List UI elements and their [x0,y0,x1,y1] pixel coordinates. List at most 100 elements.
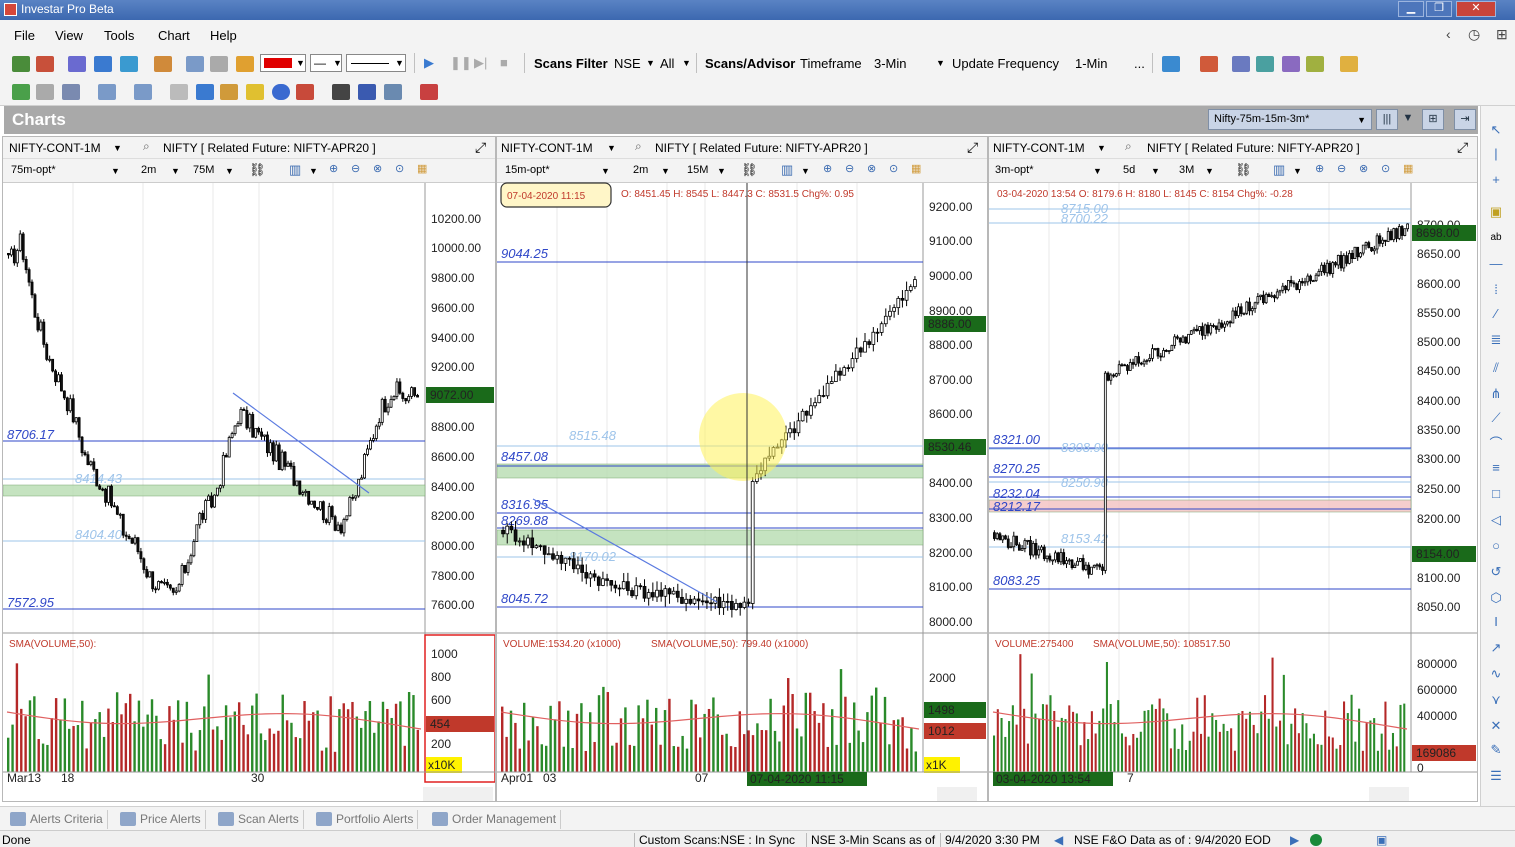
menu-tools[interactable]: Tools [104,28,134,43]
timeframe-select[interactable]: 3-Min [874,56,907,71]
template-icon[interactable] [186,56,204,72]
export-icon[interactable] [1340,56,1358,72]
maximize-button[interactable]: ❐ [1426,1,1452,17]
ellipse-icon[interactable]: ○ [1487,538,1505,554]
robot-icon[interactable] [1282,56,1300,72]
refresh-icon[interactable] [12,84,30,100]
detach-icon[interactable]: ⇥ [1454,109,1476,130]
info-icon[interactable] [272,84,290,100]
wave-icon[interactable]: ∿ [1487,666,1505,682]
tab-portfolio-alerts[interactable]: Portfolio Alerts [312,810,419,829]
prev-icon[interactable]: ◀ [1054,833,1063,847]
clock-icon[interactable]: ◷ [1468,26,1480,43]
fib-retracement-icon[interactable]: ≣ [1487,332,1505,348]
cross-icon[interactable]: ✕ [1487,718,1505,734]
window-icon[interactable] [134,84,152,100]
back-icon[interactable]: ‹ [1446,26,1451,42]
line-color-picker[interactable]: ▼ [260,54,306,72]
monitor-icon[interactable]: ▣ [1376,833,1387,847]
chart-canvas[interactable]: 10200.00 10000.00 9800.00 9600.00 9400.00 920… [3,137,496,802]
triangle-icon[interactable]: ◁ [1487,512,1505,528]
compare-icon[interactable] [94,56,112,72]
chevron-down-icon[interactable]: ▼ [936,58,945,68]
copy-icon[interactable] [36,84,54,100]
network-icon[interactable] [1256,56,1274,72]
warning-icon[interactable] [246,84,264,100]
menu-file[interactable]: File [14,28,35,43]
indicators-icon[interactable] [120,56,138,72]
broadcast-icon[interactable] [420,84,438,100]
text-label-icon[interactable]: ab [1487,230,1505,246]
ray-icon[interactable]: ⁞ [1487,282,1505,298]
menu-help[interactable]: Help [210,28,237,43]
flag-icon[interactable] [296,84,314,100]
next-icon[interactable]: ▶ [1290,833,1299,847]
line-width-picker[interactable]: ▼ [346,54,406,72]
new-chart-icon[interactable] [12,56,30,72]
layout-select[interactable]: Nifty-75m-15m-3m* ▼ [1208,109,1372,130]
align-icon[interactable] [196,84,214,100]
horizontal-scrollbar[interactable] [423,787,493,801]
pointer-icon[interactable]: ↖ [1487,122,1505,138]
text-box-icon[interactable]: ▣ [1487,204,1505,220]
elliott-icon[interactable]: ⋎ [1487,692,1505,708]
alerts-icon[interactable] [1200,56,1218,72]
calendar-icon[interactable] [210,56,228,72]
tab-order-management[interactable]: Order Management [428,810,562,829]
print-icon[interactable] [62,84,80,100]
columns-icon[interactable]: ||| [1376,109,1398,130]
scope-select[interactable]: All [660,56,674,71]
polygon-icon[interactable]: ⬡ [1487,590,1505,606]
chart-canvas[interactable]: 9200.00 9100.00 9000.00 8900.00 8800.00 8700.… [497,137,988,802]
chevron-down-icon[interactable]: ▼ [682,58,691,68]
menu-chart[interactable]: Chart [158,28,190,43]
update-frequency-select[interactable]: 1-Min [1075,56,1108,71]
bars-icon[interactable] [220,84,238,100]
arc-icon[interactable]: ⌒ [1487,436,1505,452]
chart-canvas[interactable]: 8700.008650.008600.008550.008500.008450.… [989,137,1478,802]
exchange-select[interactable]: NSE [614,56,641,71]
crosshair-icon[interactable]: + [1487,172,1505,188]
arrow-icon[interactable]: ↗ [1487,640,1505,656]
line-style-picker[interactable]: — ▼ [310,54,342,72]
tab-price-alerts[interactable]: Price Alerts [116,810,206,829]
user-icon[interactable] [332,84,350,100]
overlay-icon[interactable] [154,56,172,72]
chevron-down-icon[interactable]: ▼ [1400,109,1416,130]
pin-icon[interactable]: ⊞ [1496,26,1508,43]
horizontal-scrollbar[interactable] [937,787,977,801]
measure-icon[interactable]: I [1487,614,1505,630]
minimize-button[interactable]: ▁ [1398,1,1424,17]
rectangle-icon[interactable]: □ [1487,486,1505,502]
horizontal-line-icon[interactable]: — [1487,256,1505,272]
horizontal-scrollbar[interactable] [1369,787,1409,801]
fib-fan-icon[interactable]: ≡ [1487,460,1505,476]
chart-type-icon[interactable] [36,56,54,72]
pause-icon[interactable]: ❚❚ [450,55,472,71]
scans-advisor-button[interactable]: Scans/Advisor [705,56,795,71]
chevron-down-icon[interactable]: ▼ [646,58,655,68]
grid-layout-icon[interactable]: ⊞ [1422,109,1444,130]
close-button[interactable]: ✕ [1456,1,1496,17]
save-icon[interactable] [358,84,376,100]
step-icon[interactable]: ▶| [474,55,487,71]
curve-icon[interactable]: ↺ [1487,564,1505,580]
scan-icon[interactable] [1162,56,1180,72]
list-icon[interactable]: ☰ [1487,768,1505,784]
vertical-line-icon[interactable]: | [1487,146,1505,162]
grid-icon[interactable] [170,84,188,100]
tab-scan-alerts[interactable]: Scan Alerts [214,810,304,829]
channel-icon[interactable]: ⫽ [1487,360,1505,376]
drawing-icon[interactable] [236,56,254,72]
layout-icon[interactable] [98,84,116,100]
pitchfork-icon[interactable]: ⋔ [1487,386,1505,402]
menu-view[interactable]: View [55,28,83,43]
trendline-icon[interactable]: ∕ [1487,306,1505,322]
gann-icon[interactable]: ⟋ [1487,410,1505,426]
tab-alerts-criteria[interactable]: Alerts Criteria [6,810,108,829]
pencil-icon[interactable]: ✎ [1487,742,1505,758]
stop-icon[interactable]: ■ [500,55,508,70]
settings-icon[interactable] [1232,56,1250,72]
more-button[interactable]: ... [1134,56,1145,71]
crosshair-icon[interactable] [68,56,86,72]
